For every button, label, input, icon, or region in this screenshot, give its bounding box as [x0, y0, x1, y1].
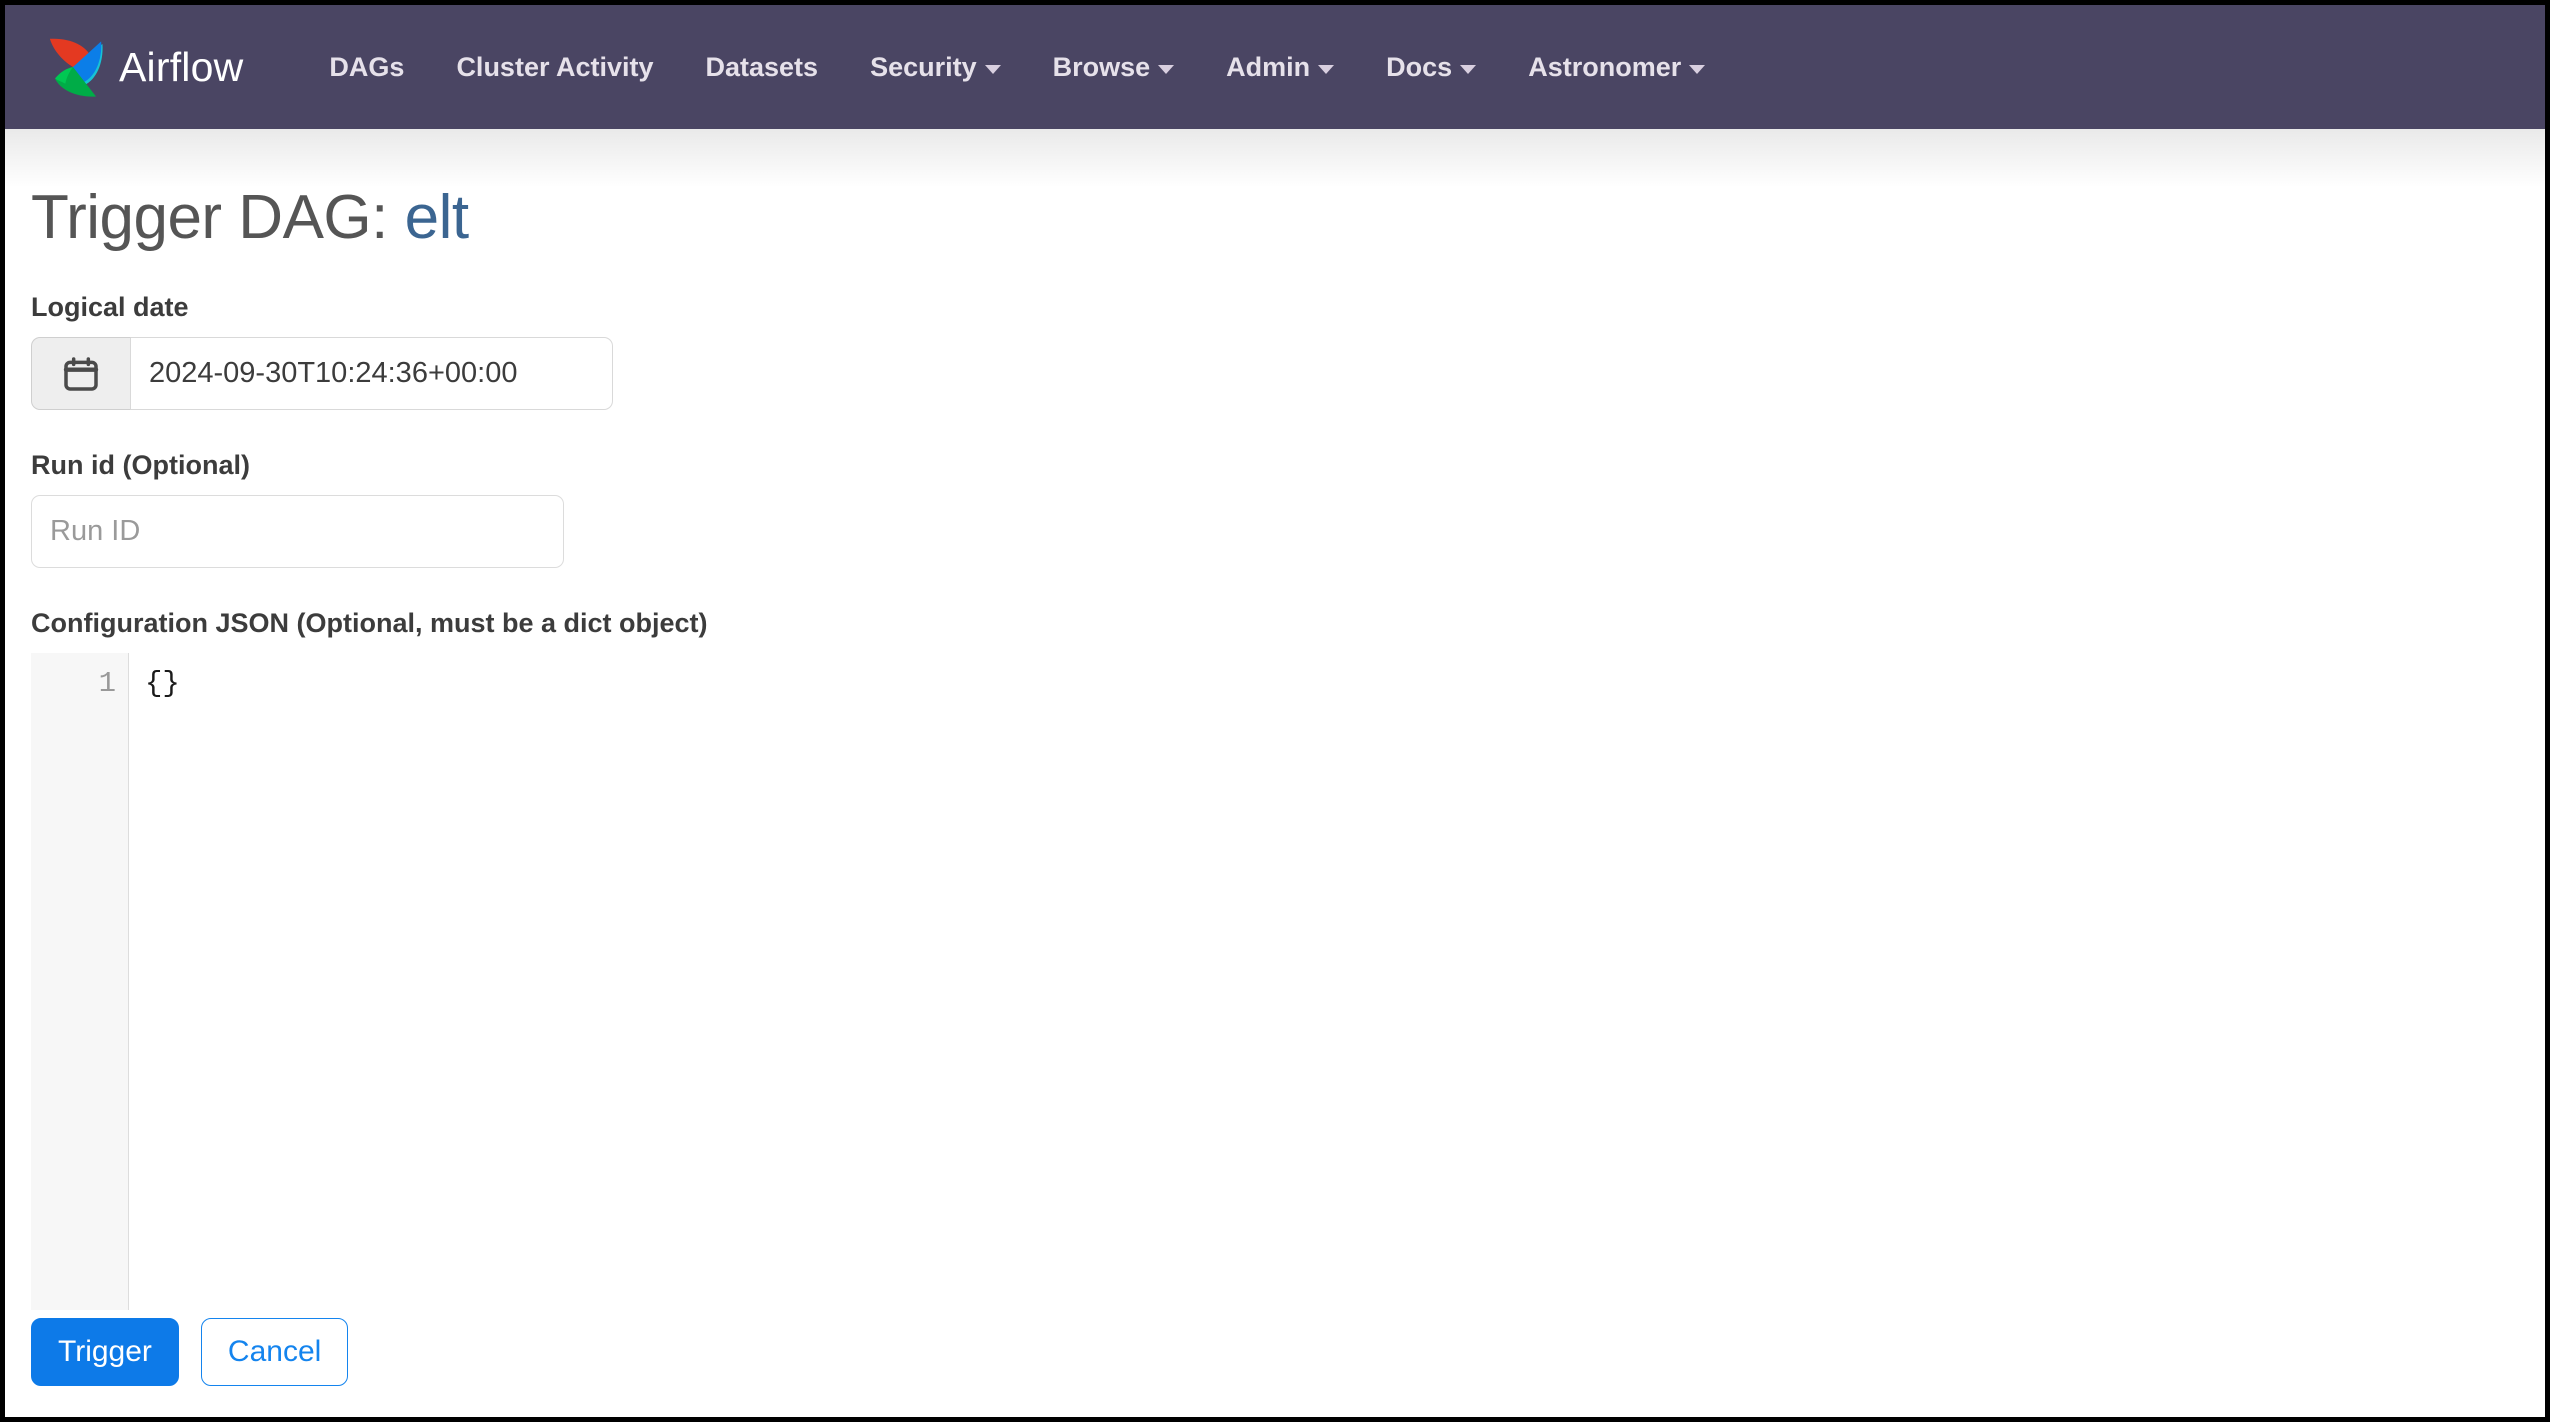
cancel-button[interactable]: Cancel	[200, 1318, 349, 1387]
browser-window: Airflow DAGs Cluster Activity Datasets S…	[0, 0, 2550, 1422]
dag-name-link[interactable]: elt	[405, 183, 469, 252]
logical-date-field	[31, 337, 613, 411]
nav-item-astronomer[interactable]: Astronomer	[1502, 5, 1731, 129]
main-navbar: Airflow DAGs Cluster Activity Datasets S…	[5, 5, 2545, 129]
nav-item-label: DAGs	[329, 51, 405, 82]
editor-line-numbers: 1	[31, 653, 129, 1311]
nav-item-label: Cluster Activity	[456, 51, 654, 82]
logical-date-input[interactable]	[131, 337, 613, 411]
trigger-button[interactable]: Trigger	[31, 1318, 179, 1387]
nav-item-security[interactable]: Security	[844, 5, 1027, 129]
nav-item-label: Datasets	[705, 51, 819, 82]
run-id-input[interactable]	[31, 495, 564, 569]
chevron-down-icon	[1318, 64, 1335, 74]
chevron-down-icon	[1460, 64, 1477, 74]
nav-item-docs[interactable]: Docs	[1360, 5, 1502, 129]
page-title: Trigger DAG: elt	[31, 128, 2519, 252]
configuration-json-editor[interactable]: 1 {}	[31, 653, 2519, 1311]
nav-item-label: Security	[870, 51, 977, 82]
nav-item-label: Browse	[1052, 51, 1151, 82]
nav-item-browse[interactable]: Browse	[1027, 5, 1201, 129]
form-actions: Trigger Cancel	[31, 1318, 2519, 1417]
chevron-down-icon	[1158, 64, 1175, 74]
calendar-icon	[61, 354, 101, 394]
nav-item-datasets[interactable]: Datasets	[680, 5, 845, 129]
nav-item-dags[interactable]: DAGs	[303, 5, 430, 129]
nav-item-label: Astronomer	[1528, 51, 1682, 82]
nav-item-label: Admin	[1226, 51, 1311, 82]
editor-code-content[interactable]: {}	[129, 653, 2519, 1310]
chevron-down-icon	[1689, 64, 1706, 74]
run-id-label: Run id (Optional)	[31, 450, 250, 481]
logical-date-label: Logical date	[31, 292, 189, 323]
chevron-down-icon	[984, 64, 1001, 74]
brand-label: Airflow	[119, 43, 244, 90]
airflow-pinwheel-icon	[41, 35, 105, 99]
nav-item-label: Docs	[1386, 51, 1453, 82]
calendar-icon-button[interactable]	[31, 337, 131, 411]
configuration-json-label: Configuration JSON (Optional, must be a …	[31, 608, 708, 639]
page-title-prefix: Trigger DAG:	[31, 183, 388, 252]
main-content: Trigger DAG: elt Logical date Run id (Op…	[5, 128, 2545, 1417]
nav-item-admin[interactable]: Admin	[1200, 5, 1360, 129]
airflow-brand-link[interactable]: Airflow	[41, 35, 243, 99]
navbar-items: DAGs Cluster Activity Datasets Security …	[303, 5, 1731, 129]
nav-item-cluster-activity[interactable]: Cluster Activity	[430, 5, 679, 129]
